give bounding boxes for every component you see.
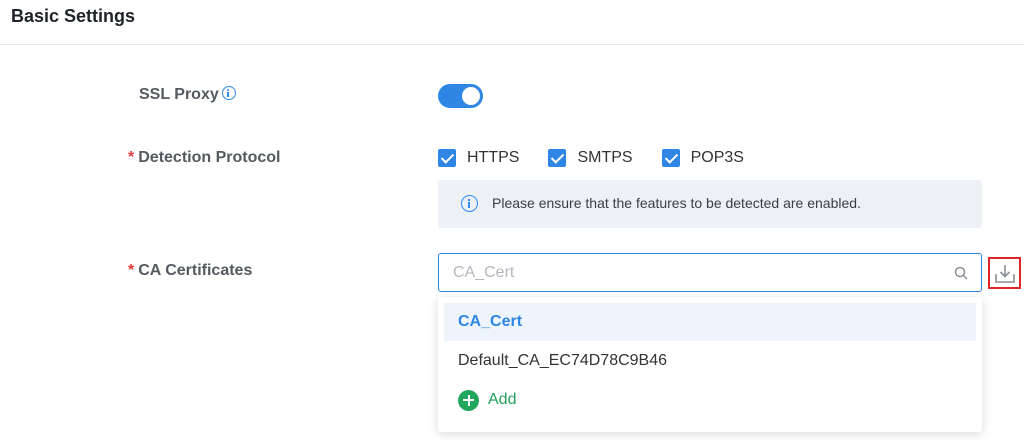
notice-box: Please ensure that the features to be de… <box>438 180 982 228</box>
add-icon <box>458 389 479 411</box>
toggle-knob <box>462 87 480 105</box>
detection-protocol-label-row: * Detection Protocol <box>128 149 280 167</box>
check-icon <box>548 149 567 167</box>
required-mark: * <box>128 149 135 166</box>
header-bar: Basic Settings <box>0 0 1024 45</box>
checkbox-smtps[interactable]: SMTPS <box>548 149 633 167</box>
info-icon[interactable] <box>221 86 236 100</box>
dropdown-option-default-ca[interactable]: Default_CA_EC74D78C9B46 <box>444 342 976 380</box>
checkbox-pop3s[interactable]: POP3S <box>661 149 744 167</box>
detection-protocol-label: Detection Protocol <box>138 149 281 166</box>
info-icon <box>461 195 478 212</box>
ssl-proxy-label-row: SSL Proxy <box>139 86 236 104</box>
ca-certificates-label-row: * CA Certificates <box>128 262 252 280</box>
check-icon <box>661 149 680 167</box>
search-icon <box>954 266 968 280</box>
check-icon <box>438 149 456 167</box>
ca-certificate-select[interactable]: CA_Cert <box>438 253 982 292</box>
select-placeholder: CA_Cert <box>453 264 515 281</box>
required-mark: * <box>128 262 135 279</box>
page-title: Basic Settings <box>11 6 136 26</box>
download-icon <box>995 265 1015 283</box>
add-certificate-option[interactable]: Add <box>444 381 976 419</box>
checkbox-https[interactable]: HTTPS <box>438 149 519 167</box>
add-label: Add <box>488 391 517 408</box>
ssl-proxy-label: SSL Proxy <box>139 86 219 103</box>
protocol-checkbox-group: HTTPS SMTPS POP3S <box>438 149 773 167</box>
ca-certificates-label: CA Certificates <box>138 262 253 279</box>
download-button[interactable] <box>988 257 1021 289</box>
dropdown-option-ca-cert[interactable]: CA_Cert <box>444 303 976 341</box>
checkbox-label: SMTPS <box>577 149 633 166</box>
ssl-proxy-toggle[interactable] <box>438 84 483 108</box>
notice-text: Please ensure that the features to be de… <box>492 195 861 211</box>
checkbox-label: HTTPS <box>467 149 520 166</box>
checkbox-label: POP3S <box>690 149 744 166</box>
certificate-dropdown: CA_Cert Default_CA_EC74D78C9B46 Add <box>438 297 982 432</box>
